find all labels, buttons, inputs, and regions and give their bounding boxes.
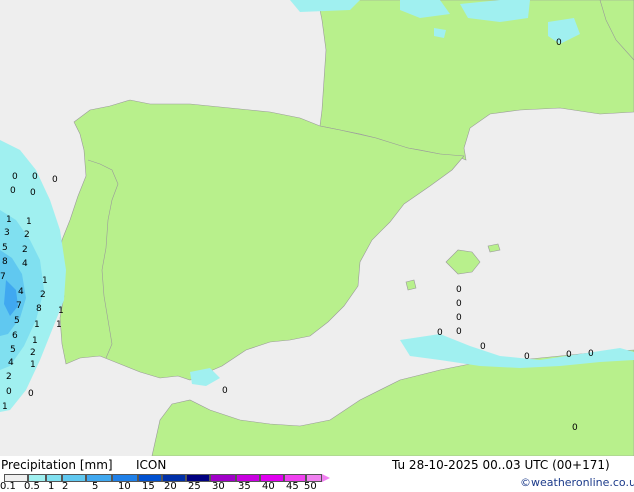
map-value: 6: [12, 331, 18, 341]
map-title: Precipitation [mm]: [1, 458, 113, 472]
map-value: 0: [524, 352, 530, 362]
map-value: 2: [22, 245, 28, 255]
legend-label: 30: [212, 481, 225, 492]
map-value: 2: [40, 290, 46, 300]
legend-arrow: [322, 474, 330, 482]
legend-label: 0.5: [24, 481, 40, 492]
map-value: 0: [10, 186, 16, 196]
map-value: 1: [30, 360, 36, 370]
map-value: 0: [456, 327, 462, 337]
legend-label: 50: [304, 481, 317, 492]
legend-label: 10: [118, 481, 131, 492]
map-value: 0: [32, 172, 38, 182]
model-name: ICON: [136, 458, 167, 472]
map-value: 0: [456, 313, 462, 323]
legend-label: 1: [48, 481, 55, 492]
map-value: 1: [56, 320, 62, 330]
map-value: 0: [588, 349, 594, 359]
map-value: 5: [10, 345, 16, 355]
map-value: 1: [58, 306, 64, 316]
legend-label: 35: [238, 481, 251, 492]
map-value: 0: [28, 389, 34, 399]
map-value: 2: [24, 230, 30, 240]
precipitation-map: [0, 0, 634, 456]
map-value: 0: [6, 387, 12, 397]
credit-link[interactable]: ©weatheronline.co.uk: [520, 476, 634, 489]
map-value: 5: [14, 316, 20, 326]
map-value: 1: [34, 320, 40, 330]
map-value: 0: [456, 299, 462, 309]
map-value: 8: [2, 257, 8, 267]
map-value: 4: [18, 287, 24, 297]
map-value: 4: [8, 358, 14, 368]
legend-label: 15: [142, 481, 155, 492]
map-value: 0: [572, 423, 578, 433]
map-value: 2: [30, 348, 36, 358]
legend-label: 2: [62, 481, 69, 492]
legend-label: 25: [188, 481, 201, 492]
map-value: 1: [26, 217, 32, 227]
legend-label: 40: [262, 481, 275, 492]
legend-label: 20: [164, 481, 177, 492]
map-value: 1: [2, 402, 8, 412]
legend-label: 0.1: [0, 481, 16, 492]
map-value: 1: [32, 336, 38, 346]
map-value: 0: [437, 328, 443, 338]
map-value: 1: [6, 215, 12, 225]
legend-swatch: [86, 474, 112, 482]
map-value: 0: [52, 175, 58, 185]
map-value: 0: [12, 172, 18, 182]
map-value: 5: [2, 243, 8, 253]
map-value: 0: [222, 386, 228, 396]
map-value: 0: [480, 342, 486, 352]
map-value: 8: [36, 304, 42, 314]
map-value: 2: [6, 372, 12, 382]
legend-label: 5: [92, 481, 99, 492]
map-value: 3: [4, 228, 10, 238]
map-value: 1: [42, 276, 48, 286]
map-value: 4: [22, 259, 28, 269]
map-value: 0: [456, 285, 462, 295]
map-value: 0: [30, 188, 36, 198]
map-value: 0: [556, 38, 562, 48]
map-value: 7: [0, 272, 6, 282]
forecast-datetime: Tu 28-10-2025 00..03 UTC (00+171): [392, 458, 610, 472]
map-value: 7: [16, 301, 22, 311]
land-ibiza: [405, 279, 417, 291]
map-value: 0: [566, 350, 572, 360]
legend-label: 45: [286, 481, 299, 492]
